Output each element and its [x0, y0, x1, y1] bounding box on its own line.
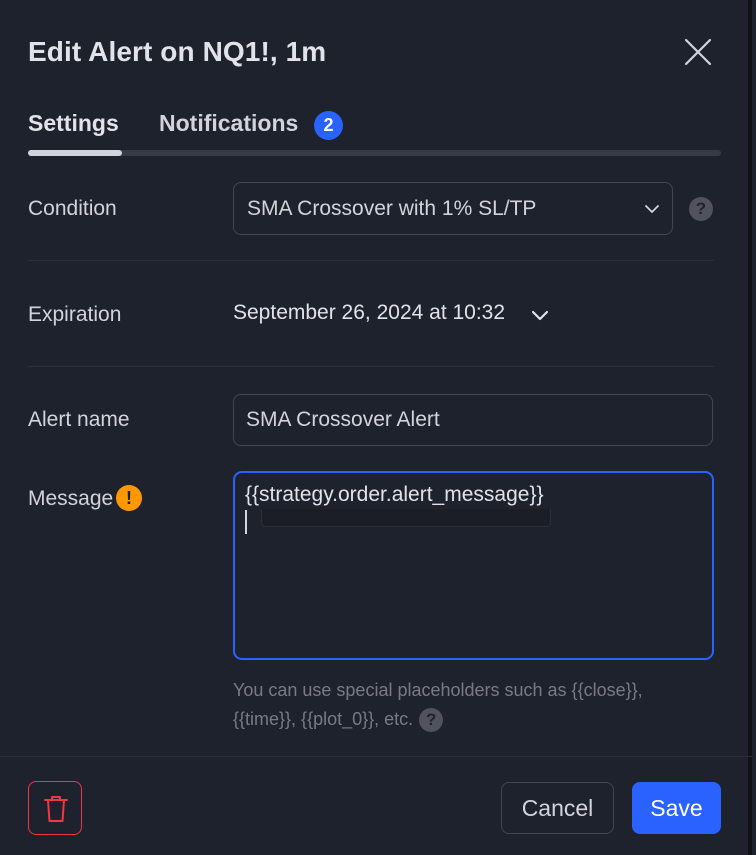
alert-name-input[interactable] [233, 394, 713, 446]
tab-notifications[interactable]: Notifications [159, 110, 298, 137]
condition-select[interactable]: SMA Crossover with 1% SL/TP [233, 182, 673, 235]
close-icon [684, 38, 712, 66]
cancel-button[interactable]: Cancel [501, 782, 614, 834]
edit-alert-dialog: Edit Alert on NQ1!, 1m Settings Notifica… [0, 0, 752, 855]
condition-label: Condition [28, 197, 117, 220]
delete-alert-button[interactable] [28, 781, 82, 835]
alert-name-label: Alert name [28, 408, 130, 431]
text-caret [245, 510, 247, 534]
trash-icon [44, 796, 68, 822]
divider [28, 366, 714, 367]
footer-divider [0, 756, 752, 757]
message-text: {{strategy.order.alert_message}} [245, 483, 544, 506]
autocomplete-popup [261, 509, 551, 527]
placeholder-help-icon[interactable]: ? [419, 708, 444, 733]
notifications-count-badge: 2 [314, 111, 343, 140]
warning-icon[interactable]: ! [116, 485, 142, 511]
save-button[interactable]: Save [632, 782, 721, 834]
dialog-title: Edit Alert on NQ1!, 1m [28, 36, 327, 67]
expiration-label: Expiration [28, 303, 122, 326]
message-textarea[interactable]: {{strategy.order.alert_message}} [233, 471, 714, 660]
placeholder-hint: You can use special placeholders such as… [233, 676, 703, 734]
condition-select-value: SMA Crossover with 1% SL/TP [247, 197, 537, 220]
chevron-down-icon[interactable] [530, 305, 550, 325]
divider [28, 260, 714, 261]
expiration-value[interactable]: September 26, 2024 at 10:32 [233, 301, 505, 325]
tab-settings[interactable]: Settings [28, 110, 119, 137]
active-tab-indicator [28, 150, 122, 156]
message-label: Message [28, 487, 114, 510]
chevron-down-icon [645, 205, 659, 213]
tab-track [28, 150, 721, 156]
close-button[interactable] [680, 34, 716, 70]
tab-bar: Settings Notifications 2 [28, 108, 721, 156]
condition-help-icon[interactable]: ? [689, 197, 713, 221]
